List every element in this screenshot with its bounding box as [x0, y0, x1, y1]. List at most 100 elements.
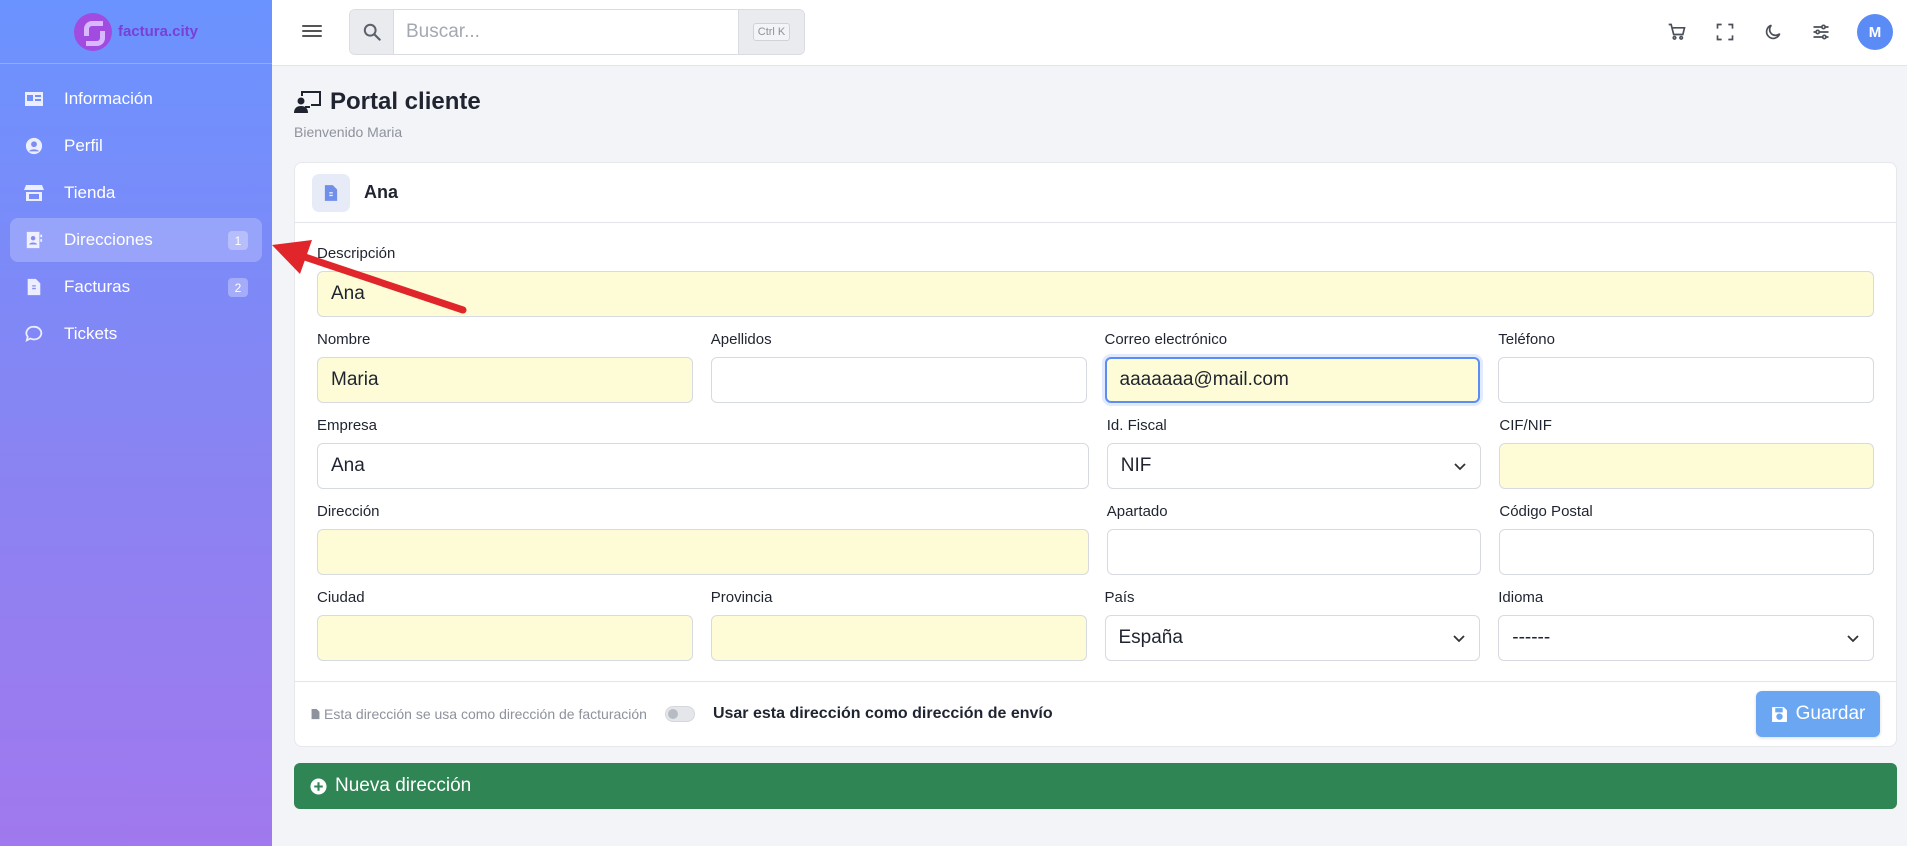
descripcion-input[interactable]: Ana — [317, 271, 1874, 317]
cif-nif-field: CIF/NIF — [1499, 417, 1874, 489]
cif-nif-label: CIF/NIF — [1499, 417, 1552, 434]
idioma-field: Idioma ------ — [1498, 589, 1874, 661]
brand-name: factura.city — [117, 23, 199, 40]
save-button-label: Guardar — [1795, 703, 1866, 724]
nombre-label: Nombre — [317, 331, 371, 348]
ciudad-label: Ciudad — [317, 589, 365, 606]
cart-icon[interactable] — [1665, 20, 1689, 44]
pais-select[interactable]: España — [1104, 615, 1481, 661]
user-avatar[interactable]: M — [1857, 14, 1893, 50]
moon-icon[interactable] — [1761, 20, 1785, 44]
search-input[interactable] — [394, 10, 738, 54]
address-card-header: Ana — [295, 163, 1896, 223]
sidebar-item-direcciones[interactable]: Direcciones 1 — [10, 218, 262, 262]
address-card-title: Ana — [364, 182, 399, 202]
nombre-field: Nombre Maria — [317, 331, 693, 403]
email-field[interactable]: aaaaaaa@mail.com — [1104, 357, 1481, 403]
page-subtitle: Bienvenido Maria — [294, 124, 403, 140]
search-shortcut: Ctrl K — [738, 10, 804, 54]
sliders-icon[interactable] — [1809, 20, 1833, 44]
id-fiscal-value: NIF — [1120, 455, 1152, 476]
cif-nif-input[interactable] — [1499, 443, 1874, 489]
descripcion-field: Descripción Ana — [317, 245, 1874, 317]
idioma-select[interactable]: ------ — [1498, 615, 1874, 661]
file-icon — [311, 708, 320, 720]
idioma-value: ------ — [1512, 627, 1551, 648]
brand-logo[interactable]: factura.city — [0, 0, 272, 64]
page-header: Portal cliente Bienvenido Maria — [294, 66, 1897, 162]
pais-value: España — [1118, 627, 1183, 648]
save-button[interactable]: Guardar — [1756, 691, 1880, 737]
apellidos-field: Apellidos — [710, 331, 1087, 403]
shipping-toggle[interactable] — [664, 706, 695, 722]
logo-mark-icon — [73, 12, 112, 51]
codigo-postal-input[interactable] — [1499, 529, 1874, 575]
main-content: Portal cliente Bienvenido Maria Ana Desc… — [294, 66, 1897, 809]
direccion-label: Dirección — [317, 503, 380, 520]
search-shortcut-kbd: Ctrl K — [752, 23, 791, 41]
fullscreen-icon[interactable] — [1713, 20, 1737, 44]
sidebar: factura.city Información Perfil Tienda D… — [0, 0, 272, 846]
sidebar-item-label: Tickets — [64, 324, 118, 343]
ciudad-field: Ciudad — [317, 589, 693, 661]
telefono-input[interactable] — [1498, 357, 1874, 403]
pais-field: País España — [1104, 589, 1481, 661]
apellidos-label: Apellidos — [710, 331, 772, 348]
direccion-input[interactable] — [317, 529, 1089, 575]
apellidos-input[interactable] — [710, 357, 1087, 403]
direccion-field: Dirección — [317, 503, 1089, 575]
nombre-input[interactable]: Maria — [317, 357, 693, 403]
apartado-field: Apartado — [1106, 503, 1482, 575]
direcciones-count-badge: 1 — [228, 231, 248, 250]
codigo-postal-field: Código Postal — [1499, 503, 1874, 575]
chevron-down-icon — [1454, 463, 1466, 471]
ciudad-input[interactable] — [317, 615, 693, 661]
shipping-toggle-label: Usar esta dirección como dirección de en… — [712, 705, 1053, 722]
empresa-field: Empresa Ana — [317, 417, 1089, 489]
provincia-field: Provincia — [710, 589, 1087, 661]
address-form: Descripción Ana Nombre Maria Apellidos C… — [295, 223, 1896, 681]
address-card: Ana Descripción Ana Nombre Maria Apellid… — [294, 162, 1897, 747]
user-circle-icon — [24, 137, 44, 155]
chat-icon — [24, 325, 44, 343]
new-address-label: Nueva dirección — [335, 775, 472, 796]
new-address-button[interactable]: Nueva dirección — [294, 763, 1897, 809]
id-fiscal-label: Id. Fiscal — [1106, 417, 1167, 434]
telefono-label: Teléfono — [1498, 331, 1555, 348]
page-title-text: Portal cliente — [330, 88, 481, 115]
correo-field: Correo electrónico aaaaaaa@mail.com — [1104, 331, 1481, 403]
search-icon[interactable] — [350, 10, 394, 54]
apartado-input[interactable] — [1106, 529, 1482, 575]
billing-note-text: Esta dirección se usa como dirección de … — [324, 706, 647, 722]
chevron-down-icon — [1453, 635, 1465, 643]
pais-label: País — [1104, 589, 1135, 606]
idioma-label: Idioma — [1498, 589, 1544, 606]
search-box: Ctrl K — [349, 9, 805, 55]
store-icon — [24, 184, 44, 202]
sidebar-item-label: Perfil — [64, 136, 103, 155]
file-invoice-icon — [312, 173, 350, 212]
id-card-icon — [24, 90, 44, 108]
descripcion-label: Descripción — [317, 245, 396, 262]
sidebar-item-label: Información — [64, 89, 153, 108]
billing-note: Esta dirección se usa como dirección de … — [311, 706, 647, 722]
facturas-count-badge: 2 — [228, 278, 248, 297]
sidebar-item-perfil[interactable]: Perfil — [10, 124, 262, 168]
provincia-label: Provincia — [710, 589, 773, 606]
invoice-icon — [24, 278, 44, 296]
floppy-disk-icon — [1771, 706, 1787, 722]
telefono-field: Teléfono — [1498, 331, 1874, 403]
hamburger-menu-icon[interactable] — [302, 22, 322, 42]
sidebar-item-informacion[interactable]: Información — [10, 77, 262, 121]
sidebar-item-facturas[interactable]: Facturas 2 — [10, 265, 262, 309]
sidebar-item-label: Tienda — [64, 183, 116, 202]
address-card-footer: Esta dirección se usa como dirección de … — [295, 681, 1896, 746]
id-fiscal-select[interactable]: NIF — [1106, 443, 1482, 489]
sidebar-item-tickets[interactable]: Tickets — [10, 312, 262, 356]
sidebar-item-tienda[interactable]: Tienda — [10, 171, 262, 215]
page-title: Portal cliente — [294, 88, 1897, 116]
provincia-input[interactable] — [710, 615, 1087, 661]
sidebar-nav: Información Perfil Tienda Direcciones 1 … — [0, 64, 272, 356]
empresa-input[interactable]: Ana — [317, 443, 1089, 489]
topbar: Ctrl K M — [272, 0, 1907, 66]
